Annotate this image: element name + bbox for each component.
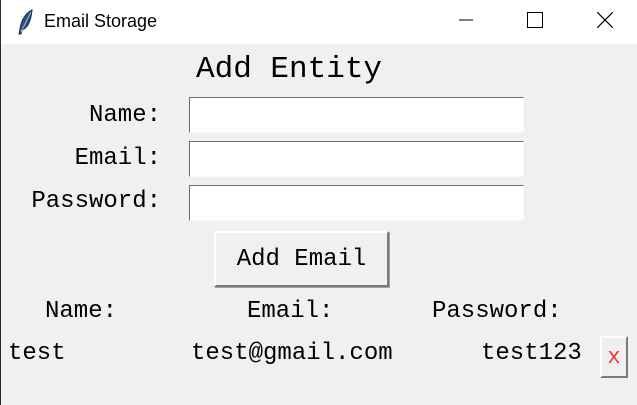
column-header-name: Name: — [45, 298, 118, 325]
maximize-button[interactable] — [500, 0, 570, 44]
minimize-button[interactable] — [431, 0, 501, 44]
feather-icon — [17, 9, 35, 35]
name-label: Name: — [88, 102, 161, 129]
password-input[interactable] — [189, 185, 524, 221]
password-label: Password: — [31, 188, 161, 215]
app-window: Email Storage Add Entity Name: Email: Pa… — [0, 0, 637, 405]
column-header-email: Email: — [247, 298, 334, 325]
add-email-button[interactable]: Add Email — [214, 231, 389, 287]
row-name: test — [8, 340, 66, 367]
column-header-password: Password: — [432, 298, 562, 325]
email-input[interactable] — [189, 141, 524, 177]
row-email: test@gmail.com — [191, 340, 393, 367]
window-title: Email Storage — [44, 11, 158, 31]
minimize-icon — [459, 13, 473, 32]
form-heading: Add Entity — [196, 52, 383, 87]
delete-label: x — [607, 344, 621, 370]
close-button[interactable] — [570, 0, 637, 44]
row-password: test123 — [481, 340, 582, 367]
title-bar[interactable]: Email Storage — [1, 0, 637, 44]
name-input[interactable] — [189, 97, 524, 133]
maximize-icon — [527, 11, 543, 33]
email-label: Email: — [74, 145, 161, 172]
delete-row-button[interactable]: x — [600, 336, 628, 378]
close-icon — [596, 11, 614, 33]
